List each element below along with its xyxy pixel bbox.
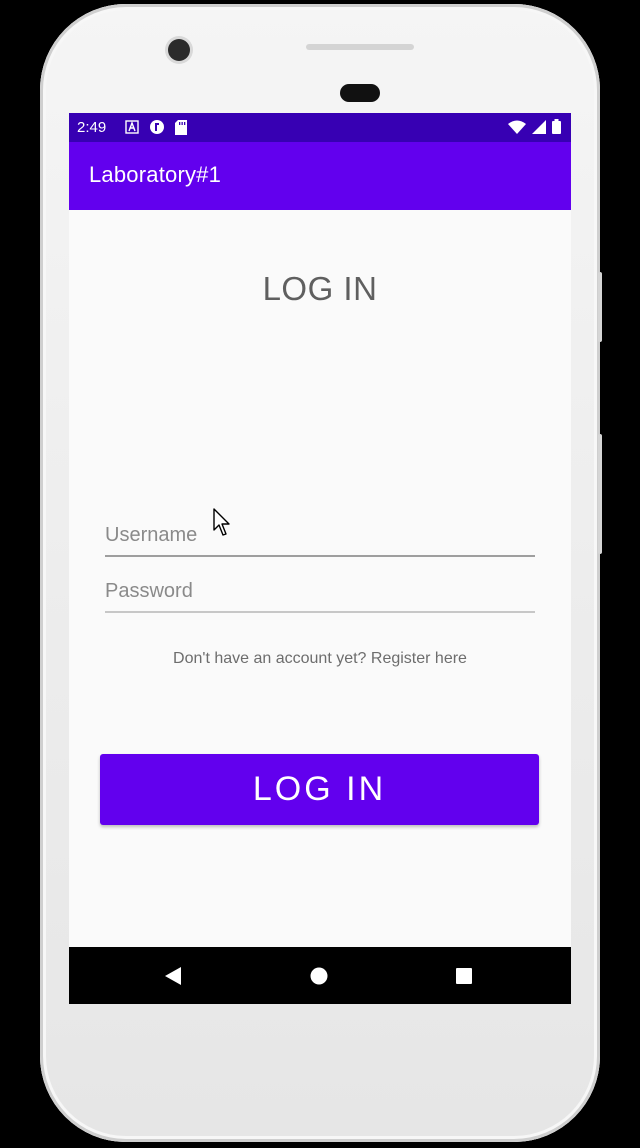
wifi-icon [508,120,526,138]
username-input[interactable] [105,515,535,557]
top-sensor-strip [306,44,414,50]
status-system-icons [508,119,561,138]
app-bar: Laboratory#1 [69,142,571,210]
volume-button [598,434,602,554]
front-camera [168,39,190,61]
register-link[interactable]: Don't have an account yet? Register here [69,650,571,668]
password-input[interactable] [105,571,535,613]
status-notification-icons [125,119,187,139]
login-button[interactable]: LOG IN [100,754,539,825]
page-title: LOG IN [262,270,378,307]
recents-icon[interactable] [449,961,479,991]
mouse-pointer-icon [213,508,233,538]
device-screen: 2:49 Laboratory#1 LOG IN Username Don't … [69,113,571,1004]
battery-icon [552,119,561,138]
home-icon[interactable] [304,961,334,991]
app-title: Laboratory#1 [89,162,222,187]
accessibility-notification-icon [125,120,139,138]
emulator-stage: 2:49 Laboratory#1 LOG IN Username Don't … [0,0,640,1148]
sd-card-icon [175,119,187,139]
app-notification-icon [149,119,165,139]
navigation-bar [69,947,571,1004]
status-time: 2:49 [77,119,107,136]
back-icon[interactable] [158,961,188,991]
status-bar: 2:49 [69,113,571,142]
cell-signal-icon [532,119,546,138]
earpiece-speaker [340,84,380,102]
power-button [598,272,602,342]
login-screen: LOG IN Don't have an account yet? Regist… [69,210,571,947]
